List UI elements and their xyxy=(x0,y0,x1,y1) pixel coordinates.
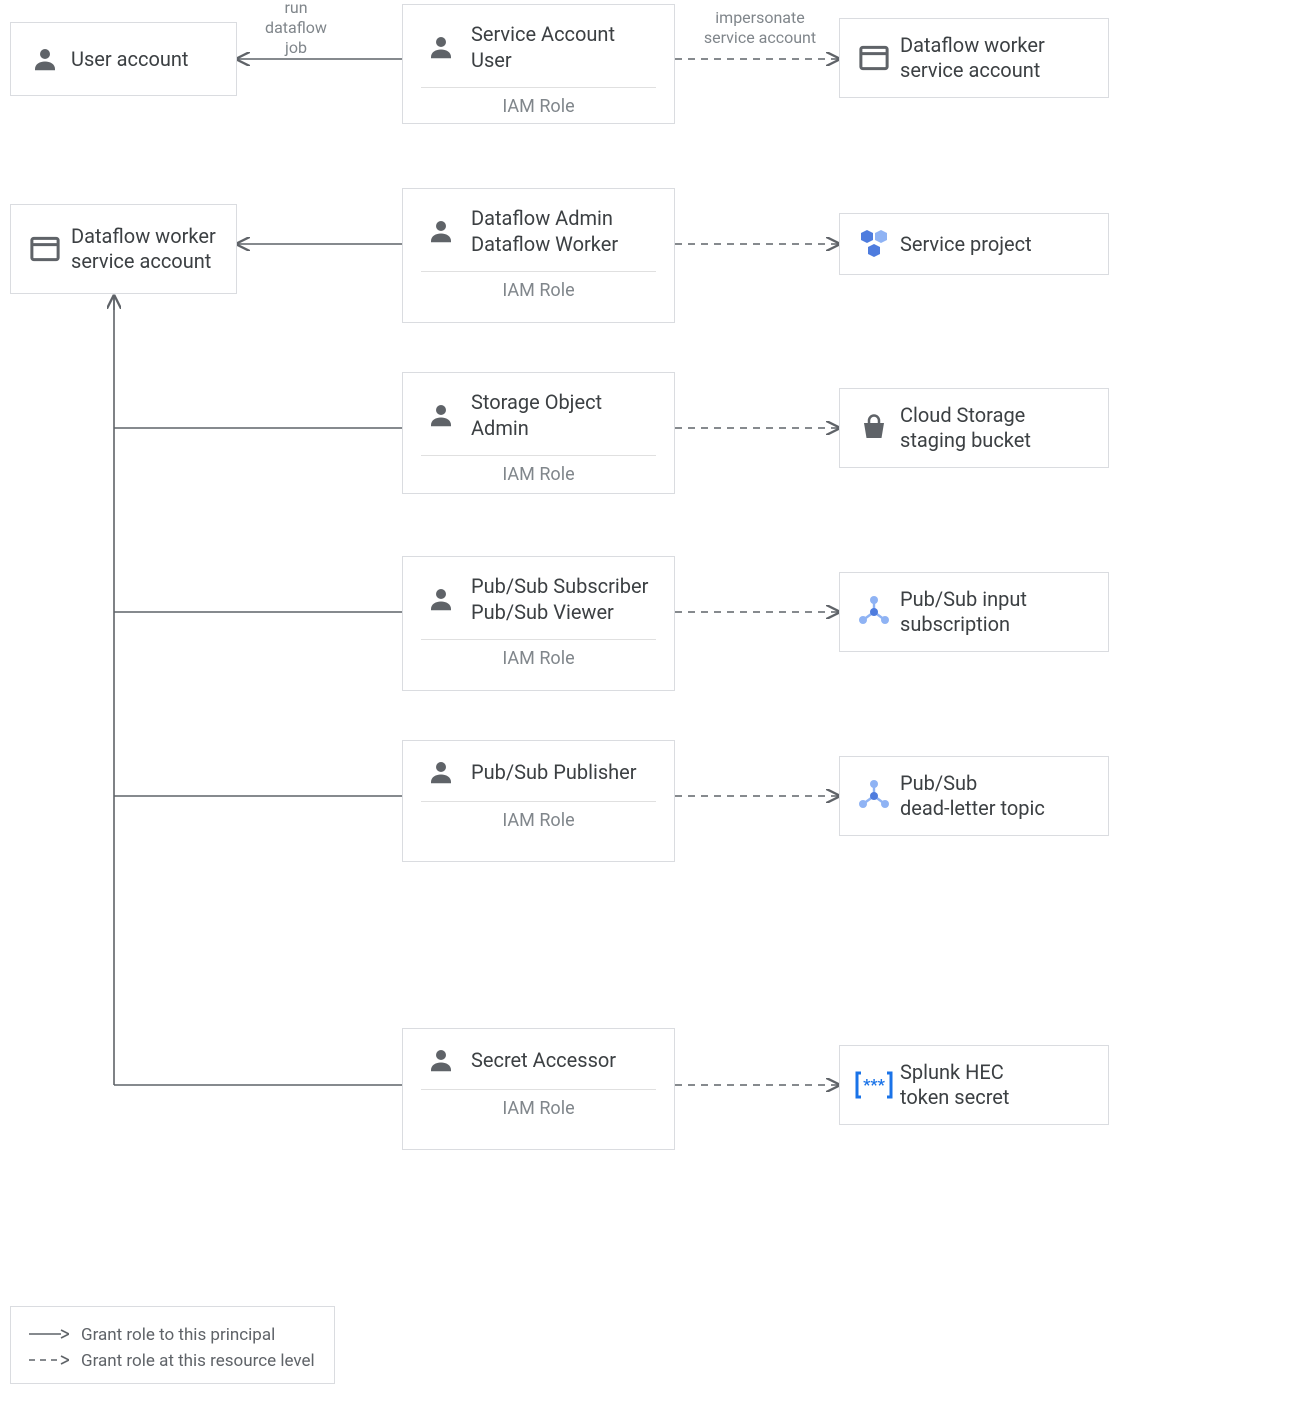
diagram-canvas: run dataflow job impersonate service acc… xyxy=(0,0,1310,1416)
pubsub-icon xyxy=(854,596,894,628)
user-icon xyxy=(421,1045,461,1075)
role-title: Pub/Sub Subscriber Pub/Sub Viewer xyxy=(461,573,648,625)
edge-label-run-dataflow-job: run dataflow job xyxy=(246,0,346,58)
legend: Grant role to this principal Grant role … xyxy=(10,1306,335,1384)
role-title: Secret Accessor xyxy=(461,1047,616,1073)
pubsub-icon xyxy=(854,780,894,812)
role-subtitle: IAM Role xyxy=(421,96,656,119)
node-label: User account xyxy=(65,47,188,72)
node-label: Dataflow worker service account xyxy=(894,33,1045,83)
node-dataflow-worker-sa-left: Dataflow worker service account xyxy=(10,204,237,294)
role-subtitle: IAM Role xyxy=(421,280,656,303)
user-icon xyxy=(421,216,461,246)
role-subtitle: IAM Role xyxy=(421,464,656,487)
role-title: Service Account User xyxy=(461,21,656,73)
node-label: Pub/Sub input subscription xyxy=(894,587,1027,637)
node-pubsub-deadletter: Pub/Sub dead-letter topic xyxy=(839,756,1109,836)
role-pubsub-publisher: Pub/Sub Publisher IAM Role xyxy=(402,740,675,862)
user-icon xyxy=(421,32,461,62)
svg-text:***: *** xyxy=(863,1075,886,1094)
user-icon xyxy=(421,400,461,430)
legend-row-dashed: Grant role at this resource level xyxy=(29,1351,316,1371)
node-label: Cloud Storage staging bucket xyxy=(894,403,1031,453)
user-icon xyxy=(421,584,461,614)
node-user-account: User account xyxy=(10,22,237,96)
role-storage-object-admin: Storage Object Admin IAM Role xyxy=(402,372,675,494)
bucket-icon xyxy=(854,413,894,443)
role-dataflow-admin-worker: Dataflow Admin Dataflow Worker IAM Role xyxy=(402,188,675,323)
hex-project-icon xyxy=(854,228,894,260)
node-service-project: Service project xyxy=(839,213,1109,275)
role-service-account-user: Service Account User IAM Role xyxy=(402,4,675,124)
node-label: Splunk HEC token secret xyxy=(894,1060,1009,1110)
edge-label-impersonate-sa: impersonate service account xyxy=(690,8,830,48)
secret-icon: *** xyxy=(854,1070,894,1100)
user-icon xyxy=(25,44,65,74)
node-label: Service project xyxy=(894,232,1032,257)
role-subtitle: IAM Role xyxy=(421,648,656,671)
window-icon xyxy=(854,45,894,71)
window-icon xyxy=(25,236,65,262)
legend-arrow-solid-icon xyxy=(29,1325,69,1345)
role-pubsub-sub-viewer: Pub/Sub Subscriber Pub/Sub Viewer IAM Ro… xyxy=(402,556,675,691)
legend-row-solid: Grant role to this principal xyxy=(29,1325,316,1345)
role-title: Pub/Sub Publisher xyxy=(461,759,637,785)
role-subtitle: IAM Role xyxy=(421,810,656,833)
node-cloud-storage-bucket: Cloud Storage staging bucket xyxy=(839,388,1109,468)
legend-label: Grant role at this resource level xyxy=(81,1351,315,1371)
role-subtitle: IAM Role xyxy=(421,1098,656,1121)
legend-label: Grant role to this principal xyxy=(81,1325,275,1345)
node-pubsub-input: Pub/Sub input subscription xyxy=(839,572,1109,652)
node-label: Pub/Sub dead-letter topic xyxy=(894,771,1045,821)
node-dataflow-worker-sa-top: Dataflow worker service account xyxy=(839,18,1109,98)
role-secret-accessor: Secret Accessor IAM Role xyxy=(402,1028,675,1150)
role-title: Dataflow Admin Dataflow Worker xyxy=(461,205,618,257)
node-label: Dataflow worker service account xyxy=(65,224,216,274)
legend-arrow-dashed-icon xyxy=(29,1351,69,1371)
user-icon xyxy=(421,757,461,787)
role-title: Storage Object Admin xyxy=(461,389,656,441)
node-splunk-secret: *** Splunk HEC token secret xyxy=(839,1045,1109,1125)
